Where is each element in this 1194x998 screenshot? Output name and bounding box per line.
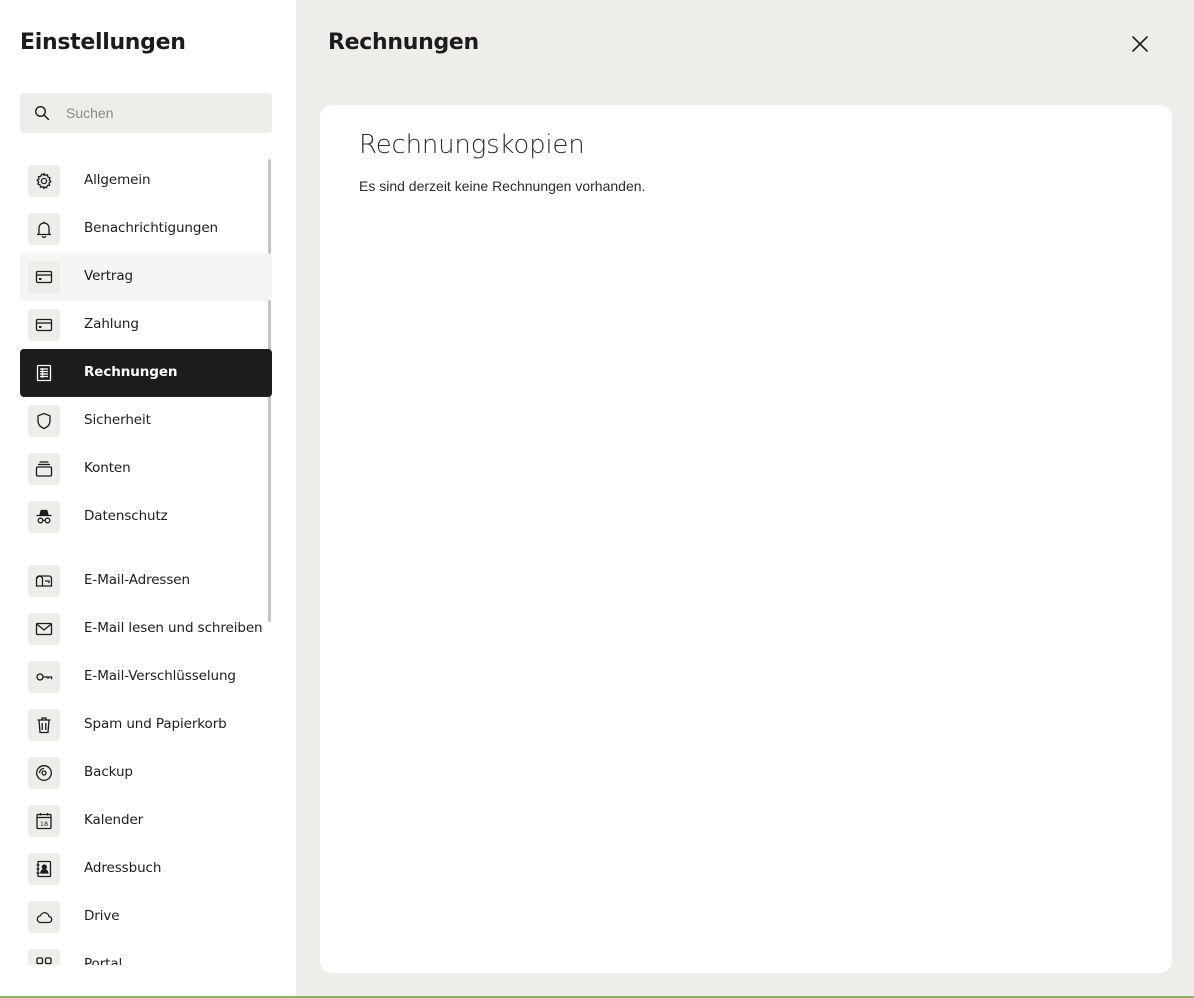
sidebar-item-label: Spam und Papierkorb xyxy=(84,716,227,732)
sidebar-item-email-lesen[interactable]: E-Mail lesen und schreiben xyxy=(20,605,272,653)
sidebar-item-label: Allgemein xyxy=(84,172,151,188)
invoice-icon xyxy=(28,357,60,389)
sidebar-item-rechnungen[interactable]: Rechnungen xyxy=(20,349,272,397)
sidebar-item-benachrichtigungen[interactable]: Benachrichtigungen xyxy=(20,205,272,253)
sidebar-item-zahlung[interactable]: Zahlung xyxy=(20,301,272,349)
sidebar-item-label: Backup xyxy=(84,764,133,780)
envelope-icon xyxy=(28,613,60,645)
card-heading: Rechnungskopien xyxy=(359,130,585,160)
shield-icon xyxy=(28,405,60,437)
sidebar-item-label: E-Mail lesen und schreiben xyxy=(84,620,263,636)
key-icon xyxy=(28,661,60,693)
sidebar-item-backup[interactable]: Backup xyxy=(20,749,272,797)
settings-sidebar: Einstellungen Allgemein xyxy=(0,0,296,996)
sidebar-item-email-verschluesselung[interactable]: E-Mail-Verschlüsselung xyxy=(20,653,272,701)
sidebar-item-allgemein[interactable]: Allgemein xyxy=(20,157,272,205)
sidebar-item-label: E-Mail-Verschlüsselung xyxy=(84,668,236,684)
sidebar-item-label: E-Mail-Adressen xyxy=(84,572,190,588)
credit-card-icon xyxy=(28,309,60,341)
calendar-badge: 18 xyxy=(40,820,48,828)
sidebar-item-label: Benachrichtigungen xyxy=(84,220,219,236)
sidebar-item-kalender[interactable]: 18 Kalender xyxy=(20,797,272,845)
search-input[interactable] xyxy=(66,93,266,133)
sidebar-item-label: Zahlung xyxy=(84,316,139,332)
sidebar-item-label: Vertrag xyxy=(84,268,134,284)
incognito-icon xyxy=(28,501,60,533)
sidebar-item-drive[interactable]: Drive xyxy=(20,893,272,941)
sidebar-item-portal[interactable]: Portal xyxy=(20,941,272,965)
calendar-icon: 18 xyxy=(28,805,60,837)
empty-state-message: Es sind derzeit keine Rechnungen vorhand… xyxy=(359,178,646,194)
stacked-accounts-icon xyxy=(28,453,60,485)
settings-window: Einstellungen Allgemein xyxy=(0,0,1194,996)
settings-content: Rechnungen Rechnungskopien Es sind derze… xyxy=(296,0,1194,996)
close-button[interactable] xyxy=(1122,26,1158,62)
search-icon xyxy=(34,105,50,121)
bell-icon xyxy=(28,213,60,245)
sidebar-item-label: Sicherheit xyxy=(84,412,151,428)
sidebar-item-konten[interactable]: Konten xyxy=(20,445,272,493)
sidebar-item-label: Drive xyxy=(84,908,120,924)
sidebar-item-vertrag[interactable]: Vertrag xyxy=(20,253,272,301)
address-book-icon xyxy=(28,853,60,885)
search-box[interactable] xyxy=(20,93,272,133)
trash-icon xyxy=(28,709,60,741)
mailbox-icon xyxy=(28,565,60,597)
grid-icon xyxy=(28,949,60,965)
sidebar-item-label: Konten xyxy=(84,460,131,476)
sidebar-item-label: Datenschutz xyxy=(84,508,168,524)
sidebar-item-label: Adressbuch xyxy=(84,860,162,876)
sidebar-item-sicherheit[interactable]: Sicherheit xyxy=(20,397,272,445)
sidebar-item-adressbuch[interactable]: Adressbuch xyxy=(20,845,272,893)
sidebar-item-label: Kalender xyxy=(84,812,144,828)
sidebar-item-label: Rechnungen xyxy=(84,364,178,380)
invoice-copies-card: Rechnungskopien Es sind derzeit keine Re… xyxy=(320,105,1172,973)
gear-icon xyxy=(28,165,60,197)
sidebar-item-datenschutz[interactable]: Datenschutz xyxy=(20,493,272,541)
sidebar-item-email-adressen[interactable]: E-Mail-Adressen xyxy=(20,557,272,605)
page-title: Rechnungen xyxy=(328,30,479,55)
sidebar-title: Einstellungen xyxy=(20,30,186,55)
backup-icon xyxy=(28,757,60,789)
sidebar-clip: Portal xyxy=(0,941,296,965)
cloud-icon xyxy=(28,901,60,933)
credit-card-icon xyxy=(28,261,60,293)
sidebar-item-label: Portal xyxy=(84,956,123,965)
close-icon xyxy=(1132,36,1148,52)
sidebar-item-spam-papierkorb[interactable]: Spam und Papierkorb xyxy=(20,701,272,749)
